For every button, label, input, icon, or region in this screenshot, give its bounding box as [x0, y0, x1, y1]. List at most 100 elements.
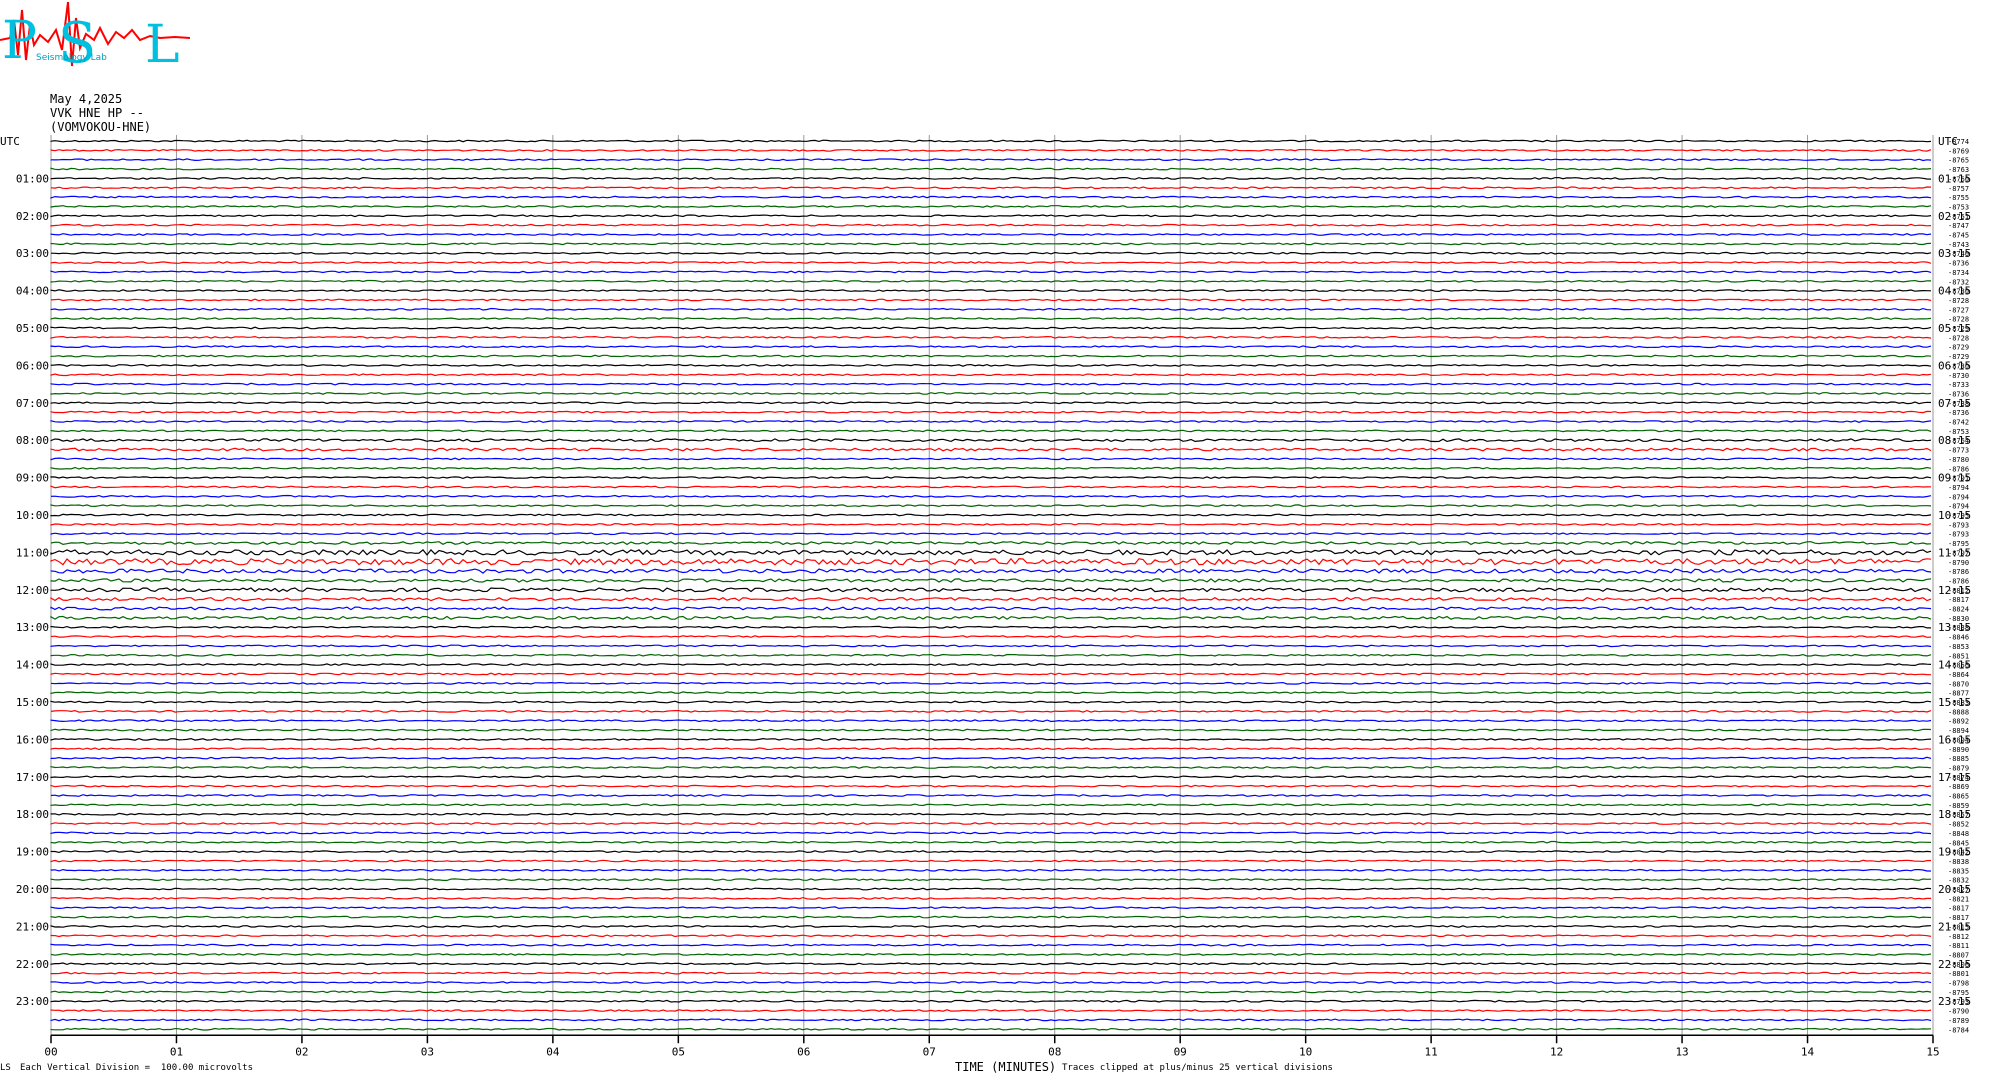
trace-line	[50, 756, 1932, 760]
trace-line	[50, 548, 1932, 556]
x-tick-label: 08	[1048, 1045, 1061, 1058]
x-tick-label: 05	[672, 1045, 685, 1058]
left-hour-label: 03:00	[16, 247, 49, 260]
right-hour-label: 04:15	[1938, 285, 1971, 298]
right-utc-label: UTC	[1938, 135, 1958, 148]
trace-line	[50, 700, 1932, 704]
left-utc-label: UTC	[0, 135, 20, 148]
trace-line	[50, 307, 1932, 311]
trace-line	[50, 1018, 1932, 1022]
trace-line	[50, 747, 1932, 751]
x-tick-label: 07	[923, 1045, 936, 1058]
trace-line	[50, 728, 1932, 732]
trace-line	[50, 205, 1932, 208]
left-hour-label: 18:00	[16, 808, 49, 821]
right-hour-label: 03:15	[1938, 247, 1971, 260]
trace-offset-label: -8786	[1948, 568, 1969, 576]
trace-line	[50, 709, 1932, 713]
trace-line	[50, 615, 1932, 620]
trace-line	[50, 822, 1932, 825]
trace-line	[50, 167, 1932, 171]
trace-line	[50, 672, 1932, 676]
right-hour-label: 07:15	[1938, 397, 1971, 410]
trace-line	[50, 625, 1931, 629]
trace-line	[50, 401, 1932, 405]
trace-offset-label: -8793	[1948, 521, 1969, 529]
trace-offset-label: -8729	[1948, 344, 1969, 352]
trace-offset-label: -8769	[1948, 147, 1969, 155]
trace-line	[50, 242, 1932, 246]
trace-line	[50, 962, 1932, 966]
left-hour-label: 01:00	[16, 172, 49, 185]
left-hour-label: 23:00	[16, 995, 49, 1008]
x-tick-label: 13	[1675, 1045, 1688, 1058]
right-hour-label: 11:15	[1938, 546, 1971, 559]
trace-line	[50, 158, 1932, 162]
trace-line	[50, 784, 1932, 788]
trace-offset-label: -8757	[1948, 185, 1969, 193]
trace-line	[50, 363, 1932, 367]
trace-line	[50, 896, 1931, 900]
trace-line	[50, 635, 1932, 638]
trace-offset-label: -8736	[1948, 409, 1969, 417]
trace-offset-label: -8794	[1948, 484, 1969, 492]
trace-line	[50, 990, 1932, 994]
left-hour-label: 09:00	[16, 472, 49, 485]
x-tick-label: 00	[44, 1045, 57, 1058]
trace-offset-label: -8817	[1948, 905, 1969, 913]
trace-line	[50, 719, 1932, 723]
trace-line	[50, 420, 1932, 423]
trace-line	[50, 223, 1932, 227]
trace-line	[50, 504, 1932, 508]
right-hour-label: 06:15	[1938, 359, 1971, 372]
trace-offset-label: -8888	[1948, 708, 1969, 716]
trace-line	[50, 971, 1932, 975]
left-hour-label: 22:00	[16, 958, 49, 971]
trace-line	[50, 587, 1932, 593]
trace-offset-label: -8811	[1948, 942, 1969, 950]
trace-offset-label: -8838	[1948, 858, 1969, 866]
left-hour-label: 15:00	[16, 696, 49, 709]
trace-line	[50, 850, 1932, 854]
trace-offset-label: -8890	[1948, 746, 1969, 754]
trace-line	[50, 195, 1932, 199]
trace-line	[50, 261, 1932, 264]
trace-line	[50, 447, 1932, 452]
x-tick-label: 01	[170, 1045, 183, 1058]
trace-offset-label: -8728	[1948, 297, 1969, 305]
right-hour-label: 10:15	[1938, 509, 1971, 522]
trace-offset-label: -8864	[1948, 671, 1969, 679]
trace-line	[50, 373, 1932, 377]
left-hour-label: 20:00	[16, 883, 49, 896]
trace-line	[50, 606, 1932, 611]
left-hour-label: 04:00	[16, 285, 49, 298]
right-hour-label: 12:15	[1938, 584, 1971, 597]
right-hour-label: 23:15	[1938, 995, 1971, 1008]
trace-offset-label: -8745	[1948, 232, 1969, 240]
trace-line	[50, 775, 1932, 779]
trace-line	[50, 1009, 1932, 1012]
trace-line	[50, 878, 1932, 882]
trace-line	[50, 494, 1932, 498]
left-hour-label: 21:00	[16, 920, 49, 933]
trace-line	[50, 943, 1932, 947]
trace-offset-label: -8793	[1948, 531, 1969, 539]
trace-offset-label: -8869	[1948, 783, 1969, 791]
trace-line	[50, 737, 1932, 741]
trace-line	[50, 410, 1932, 414]
helicorder-plot: -8774-8769-8765-8763-8760-8757-8755-8753…	[0, 135, 1971, 1058]
trace-line	[50, 924, 1932, 928]
trace-line	[50, 476, 1932, 480]
x-tick-label: 09	[1174, 1045, 1187, 1058]
right-hour-label: 01:15	[1938, 172, 1971, 185]
trace-line	[50, 691, 1932, 695]
trace-line	[50, 354, 1932, 358]
trace-line	[50, 289, 1932, 293]
trace-offset-label: -8734	[1948, 269, 1969, 277]
right-hour-label: 21:15	[1938, 920, 1971, 933]
left-hour-label: 07:00	[16, 397, 49, 410]
trace-line	[50, 578, 1932, 583]
trace-line	[50, 392, 1932, 395]
left-hour-label: 10:00	[16, 509, 49, 522]
trace-offset-label: -8773	[1948, 447, 1969, 455]
